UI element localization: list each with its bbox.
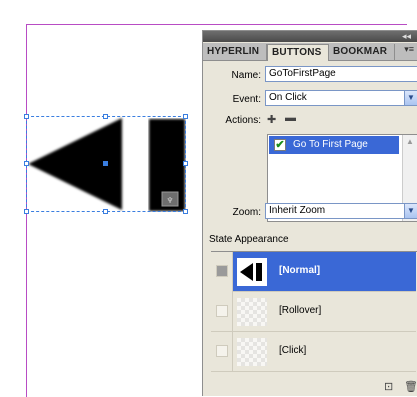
zoom-select[interactable]: Inherit Zoom ▼ xyxy=(265,203,417,219)
selection-handle[interactable] xyxy=(103,209,108,214)
state-enable-checkbox[interactable] xyxy=(216,345,228,357)
rollover-state-thumbnail xyxy=(237,298,267,326)
state-row-normal[interactable]: [Normal] xyxy=(211,252,416,292)
state-label: [Normal] xyxy=(279,265,321,276)
convert-object-icon[interactable]: ⊡ xyxy=(384,380,393,393)
action-enabled-checkbox[interactable]: ✔ xyxy=(274,139,286,151)
selection-handle[interactable] xyxy=(24,209,29,214)
state-row-click[interactable]: [Click] xyxy=(211,332,416,372)
scroll-up-icon[interactable]: ▲ xyxy=(403,135,417,149)
chevron-down-icon[interactable]: ▼ xyxy=(404,91,417,105)
normal-state-thumbnail xyxy=(237,258,267,286)
selection-handle[interactable] xyxy=(183,161,188,166)
chevron-down-icon[interactable]: ▼ xyxy=(404,204,417,218)
add-action-icon[interactable]: ✚ xyxy=(267,113,276,126)
action-label: Go To First Page xyxy=(293,139,368,150)
event-label: Event: xyxy=(232,94,261,105)
state-enable-checkbox[interactable] xyxy=(216,305,228,317)
eye-icon[interactable] xyxy=(216,265,228,277)
selection-handle[interactable] xyxy=(24,114,29,119)
panel-tabs: HYPERLIN BUTTONS BOOKMAR ▾≡ xyxy=(203,43,417,61)
remove-action-icon[interactable]: ▬ xyxy=(285,112,296,124)
panel-titlebar[interactable]: ◂◂ xyxy=(203,31,417,42)
state-enabled-cell[interactable] xyxy=(211,332,233,372)
name-label: Name: xyxy=(231,70,261,81)
selection-handle[interactable] xyxy=(103,114,108,119)
state-row-rollover[interactable]: [Rollover] xyxy=(211,292,416,332)
state-list: [Normal] [Rollover] [Click] xyxy=(211,251,417,373)
state-appearance-label: State Appearance xyxy=(209,234,289,245)
list-item[interactable]: ✔ Go To First Page xyxy=(269,136,399,154)
event-select[interactable]: On Click ▼ xyxy=(265,90,417,106)
zoom-label: Zoom: xyxy=(232,207,261,218)
tab-buttons[interactable]: BUTTONS xyxy=(267,44,329,61)
selection-handle[interactable] xyxy=(24,161,29,166)
selection-handle[interactable] xyxy=(183,209,188,214)
actions-label: Actions: xyxy=(225,115,261,126)
tab-hyperlinks[interactable]: HYPERLIN xyxy=(203,44,267,60)
collapse-icon[interactable]: ◂◂ xyxy=(402,31,411,41)
panel-menu-icon[interactable]: ▾≡ xyxy=(404,44,414,55)
name-field[interactable]: GoToFirstPage xyxy=(265,66,417,82)
state-label: [Rollover] xyxy=(279,305,322,316)
selection-center-point xyxy=(103,161,108,166)
trash-icon[interactable]: 🗑 xyxy=(404,380,417,393)
zoom-value: Inherit Zoom xyxy=(269,205,326,216)
state-label: [Click] xyxy=(279,345,307,356)
selection-handle[interactable] xyxy=(183,114,188,119)
state-enabled-cell[interactable] xyxy=(211,292,233,332)
state-enabled-cell[interactable] xyxy=(211,252,233,292)
tab-bookmarks[interactable]: BOOKMAR xyxy=(329,44,395,60)
event-value: On Click xyxy=(269,92,307,103)
click-state-thumbnail xyxy=(237,338,267,366)
